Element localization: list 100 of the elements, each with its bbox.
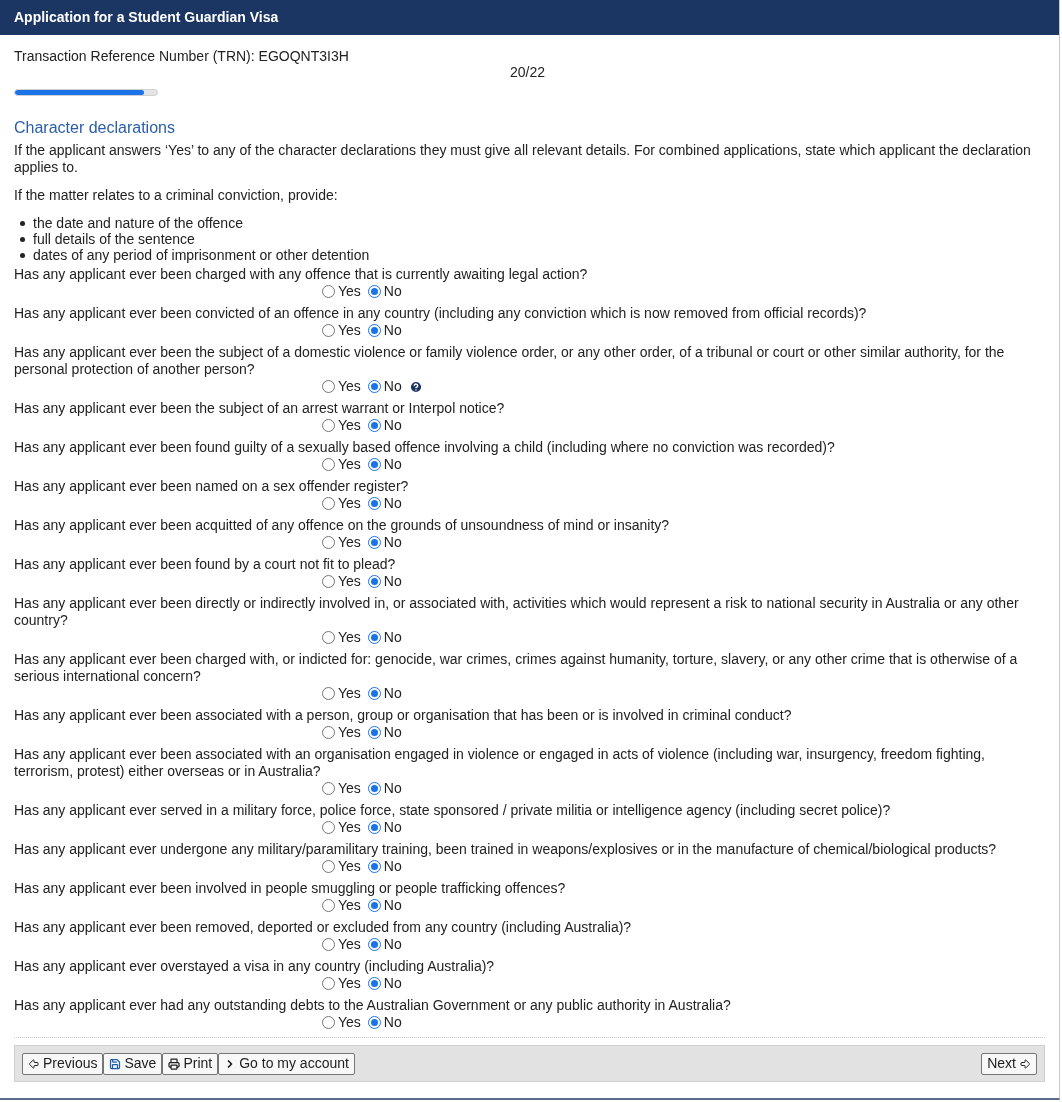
next-button[interactable]: Next: [981, 1052, 1037, 1075]
question-text: Has any applicant ever been acquitted of any offence on the grounds of unsoundness of mind or insanity?: [14, 517, 671, 534]
radio-checked[interactable]: [367, 458, 381, 471]
radio-checked[interactable]: [367, 687, 381, 700]
radio-option[interactable]: No: [367, 417, 402, 434]
radio-option[interactable]: No: [367, 283, 402, 300]
radio-unchecked[interactable]: [322, 782, 335, 795]
radio-option[interactable]: Yes: [322, 456, 361, 473]
radio-unchecked[interactable]: [322, 285, 335, 298]
radio-unchecked[interactable]: [322, 380, 335, 393]
print-button[interactable]: Print: [162, 1052, 219, 1075]
radio-checked[interactable]: [367, 380, 381, 393]
radio-option[interactable]: No: [367, 975, 402, 992]
arrow-left-icon: [28, 1057, 40, 1070]
radio-unchecked[interactable]: [322, 497, 335, 510]
account-button[interactable]: Go to my account: [218, 1052, 355, 1075]
radio-option[interactable]: No: [367, 780, 402, 797]
radio-option[interactable]: No: [367, 819, 402, 836]
bullet-icon: [20, 252, 25, 258]
bullet-icon: [20, 220, 25, 226]
bullet-text: full details of the sentence: [33, 230, 195, 248]
question-text: Has any applicant ever served in a military force, police force, state sponsored / private militia or intelligence agency (including secret police)?: [14, 802, 892, 819]
radio-option[interactable]: No: [367, 1014, 402, 1031]
question-text: Has any applicant ever been involved in people smuggling or people trafficking offences?: [14, 880, 567, 897]
radio-unchecked[interactable]: [322, 726, 335, 739]
radio-option[interactable]: Yes: [322, 378, 361, 395]
radio-option[interactable]: Yes: [322, 495, 361, 512]
save-button[interactable]: Save: [103, 1052, 163, 1075]
radio-checked[interactable]: [367, 1016, 381, 1029]
radio-option[interactable]: Yes: [322, 780, 361, 797]
radio-checked[interactable]: [367, 536, 381, 549]
radio-option[interactable]: Yes: [322, 283, 361, 300]
radio-option[interactable]: Yes: [322, 819, 361, 836]
radio-unchecked[interactable]: [322, 687, 335, 700]
question-text: Has any applicant ever had any outstanding debts to the Australian Government or any public authority in Australia?: [14, 997, 732, 1014]
radio-checked[interactable]: [367, 977, 381, 990]
radio-checked[interactable]: [367, 419, 381, 432]
radio-checked[interactable]: [367, 860, 381, 873]
radio-option[interactable]: Yes: [322, 685, 361, 702]
question-text: Has any applicant ever been found by a court not fit to plead?: [14, 556, 397, 573]
radio-unchecked[interactable]: [322, 631, 335, 644]
question-text: Has any applicant ever been associated with an organisation engaged in violence or engaged in acts of violence (including war, insurgency, freedom fighting, terrorism, protest) either overseas or in Australia?: [14, 746, 986, 780]
radio-checked[interactable]: [367, 938, 381, 951]
radio-option[interactable]: Yes: [322, 629, 361, 646]
radio-option[interactable]: No: [367, 378, 402, 395]
radio-unchecked[interactable]: [322, 860, 335, 873]
radio-unchecked[interactable]: [322, 977, 335, 990]
radio-option[interactable]: Yes: [322, 417, 361, 434]
radio-checked[interactable]: [367, 726, 381, 739]
radio-checked[interactable]: [367, 497, 381, 510]
bullet-text: the date and nature of the offence: [33, 214, 243, 232]
radio-option[interactable]: No: [367, 456, 402, 473]
step-counter: 20/22: [510, 64, 546, 81]
previous-button[interactable]: Previous: [22, 1052, 104, 1075]
trn-text: Transaction Reference Number (TRN): EGOQNT3I3H: [14, 48, 349, 65]
radio-checked[interactable]: [367, 631, 381, 644]
radio-option[interactable]: Yes: [322, 573, 361, 590]
radio-option[interactable]: Yes: [322, 897, 361, 914]
radio-unchecked[interactable]: [322, 575, 335, 588]
radio-unchecked[interactable]: [322, 458, 335, 471]
radio-option[interactable]: No: [367, 322, 402, 339]
radio-unchecked[interactable]: [322, 536, 335, 549]
radio-checked[interactable]: [367, 285, 381, 298]
question-text: Has any applicant ever been associated with a person, group or organisation that has been or is involved in criminal conduct?: [14, 707, 793, 724]
radio-option[interactable]: No: [367, 724, 402, 741]
radio-checked[interactable]: [367, 899, 381, 912]
radio-option[interactable]: Yes: [322, 936, 361, 953]
bullet-text: dates of any period of imprisonment or other detention: [33, 246, 370, 264]
radio-unchecked[interactable]: [322, 324, 335, 337]
radio-checked[interactable]: [367, 821, 381, 834]
radio-checked[interactable]: [367, 324, 381, 337]
radio-unchecked[interactable]: [322, 821, 335, 834]
radio-option[interactable]: Yes: [322, 1014, 361, 1031]
radio-option[interactable]: Yes: [322, 724, 361, 741]
radio-option[interactable]: Yes: [322, 858, 361, 875]
radio-option[interactable]: No: [367, 573, 402, 590]
question-text: Has any applicant ever been the subject of a domestic violence or family violence order, or any other order, of a tribunal or court or other similar authority, for the personal protection of another person?: [14, 344, 1006, 378]
radio-option[interactable]: No: [367, 897, 402, 914]
question-text: Has any applicant ever been convicted of an offence in any country (including any conviction which is now removed from official records)?: [14, 305, 868, 322]
printer-icon: [168, 1057, 181, 1070]
radio-option[interactable]: No: [367, 534, 402, 551]
radio-unchecked[interactable]: [322, 419, 335, 432]
intro-paragraph: If the applicant answers ‘Yes’ to any of the character declarations they must give all relevant details. For combined applications, state which applicant the declaration applies to.: [14, 142, 1032, 176]
radio-checked[interactable]: [367, 782, 381, 795]
help-icon[interactable]: [408, 379, 423, 394]
section-heading: Character declarations: [14, 118, 175, 137]
radio-unchecked[interactable]: [322, 899, 335, 912]
bullet-icon: [20, 236, 25, 242]
radio-checked[interactable]: [367, 575, 381, 588]
radio-option[interactable]: No: [367, 495, 402, 512]
radio-option[interactable]: No: [367, 936, 402, 953]
radio-option[interactable]: No: [367, 685, 402, 702]
radio-unchecked[interactable]: [322, 938, 335, 951]
radio-option[interactable]: Yes: [322, 975, 361, 992]
question-text: Has any applicant ever been charged with, or indicted for: genocide, war crimes, crimes against humanity, torture, slavery, or any other crime that is otherwise of a serious international concern?: [14, 651, 1019, 685]
radio-option[interactable]: No: [367, 629, 402, 646]
radio-option[interactable]: No: [367, 858, 402, 875]
radio-unchecked[interactable]: [322, 1016, 335, 1029]
radio-option[interactable]: Yes: [322, 322, 361, 339]
radio-option[interactable]: Yes: [322, 534, 361, 551]
